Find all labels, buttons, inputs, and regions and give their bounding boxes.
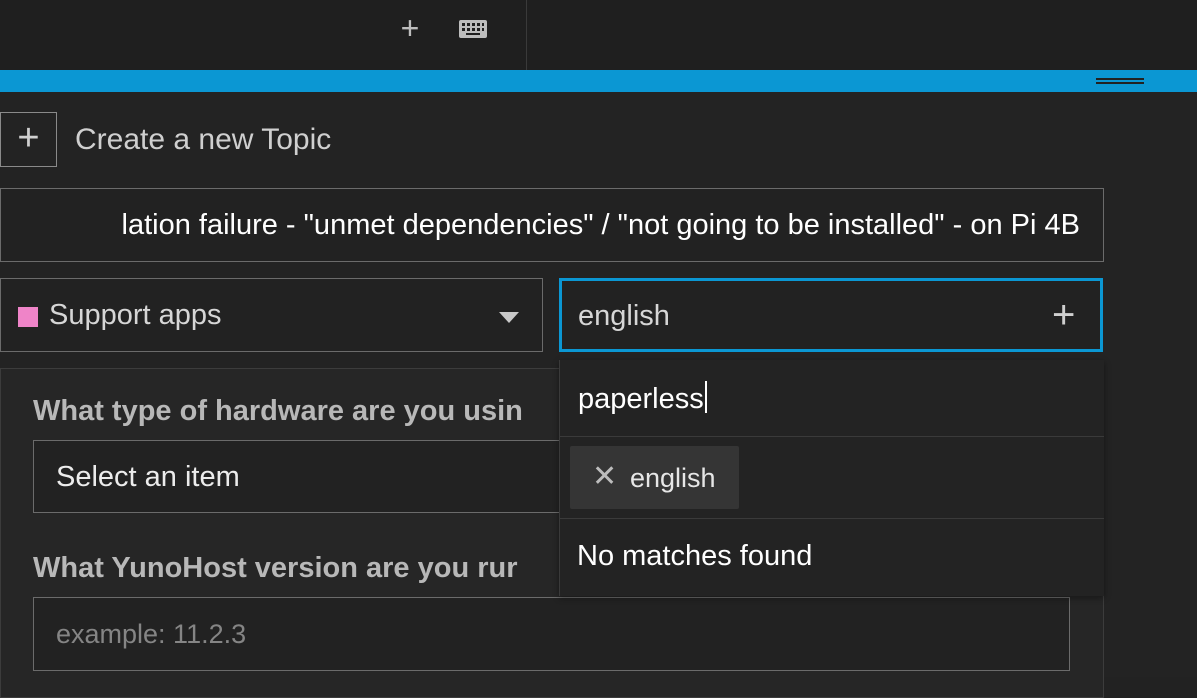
composer-resize-bar[interactable] — [0, 70, 1197, 92]
selected-tags: ✕ english — [560, 437, 1104, 519]
keyboard-icon[interactable] — [458, 19, 488, 44]
top-toolbar — [0, 0, 1197, 70]
category-label: Support apps — [49, 299, 222, 331]
selected-tag-chip[interactable]: ✕ english — [570, 446, 739, 509]
plus-icon[interactable]: + — [394, 12, 426, 44]
tag-chooser-label: english — [578, 300, 670, 332]
version-question-label: What YunoHost version are you rur — [33, 552, 518, 584]
hardware-select[interactable]: Select an item — [33, 440, 573, 513]
category-select[interactable]: Support apps — [0, 278, 543, 352]
topic-title-value: lation failure - "unmet dependencies" / … — [121, 209, 1081, 241]
toolbar-divider — [526, 0, 527, 70]
caret-down-icon — [499, 312, 519, 323]
create-topic-label: Create a new Topic — [75, 123, 332, 156]
tag-filter-input[interactable]: paperless — [560, 360, 1104, 437]
resize-grip-icon[interactable] — [1096, 78, 1144, 84]
close-icon[interactable]: ✕ — [592, 458, 617, 496]
selected-tag-label: english — [630, 463, 716, 493]
hardware-question-label: What type of hardware are you usin — [33, 395, 523, 427]
topic-title-input[interactable]: lation failure - "unmet dependencies" / … — [0, 188, 1104, 262]
plus-icon: + — [17, 117, 40, 159]
no-matches-message: No matches found — [577, 540, 813, 572]
text-cursor — [704, 381, 707, 413]
tag-filter-value: paperless — [578, 383, 704, 415]
create-topic-button[interactable]: + — [0, 112, 57, 167]
category-color-swatch — [18, 307, 38, 327]
hardware-select-label: Select an item — [56, 461, 240, 493]
tag-dropdown: paperless ✕ english No matches found — [559, 360, 1104, 596]
version-input[interactable] — [33, 597, 1070, 671]
plus-icon: + — [1052, 293, 1076, 337]
tag-chooser[interactable]: english + — [559, 278, 1103, 352]
